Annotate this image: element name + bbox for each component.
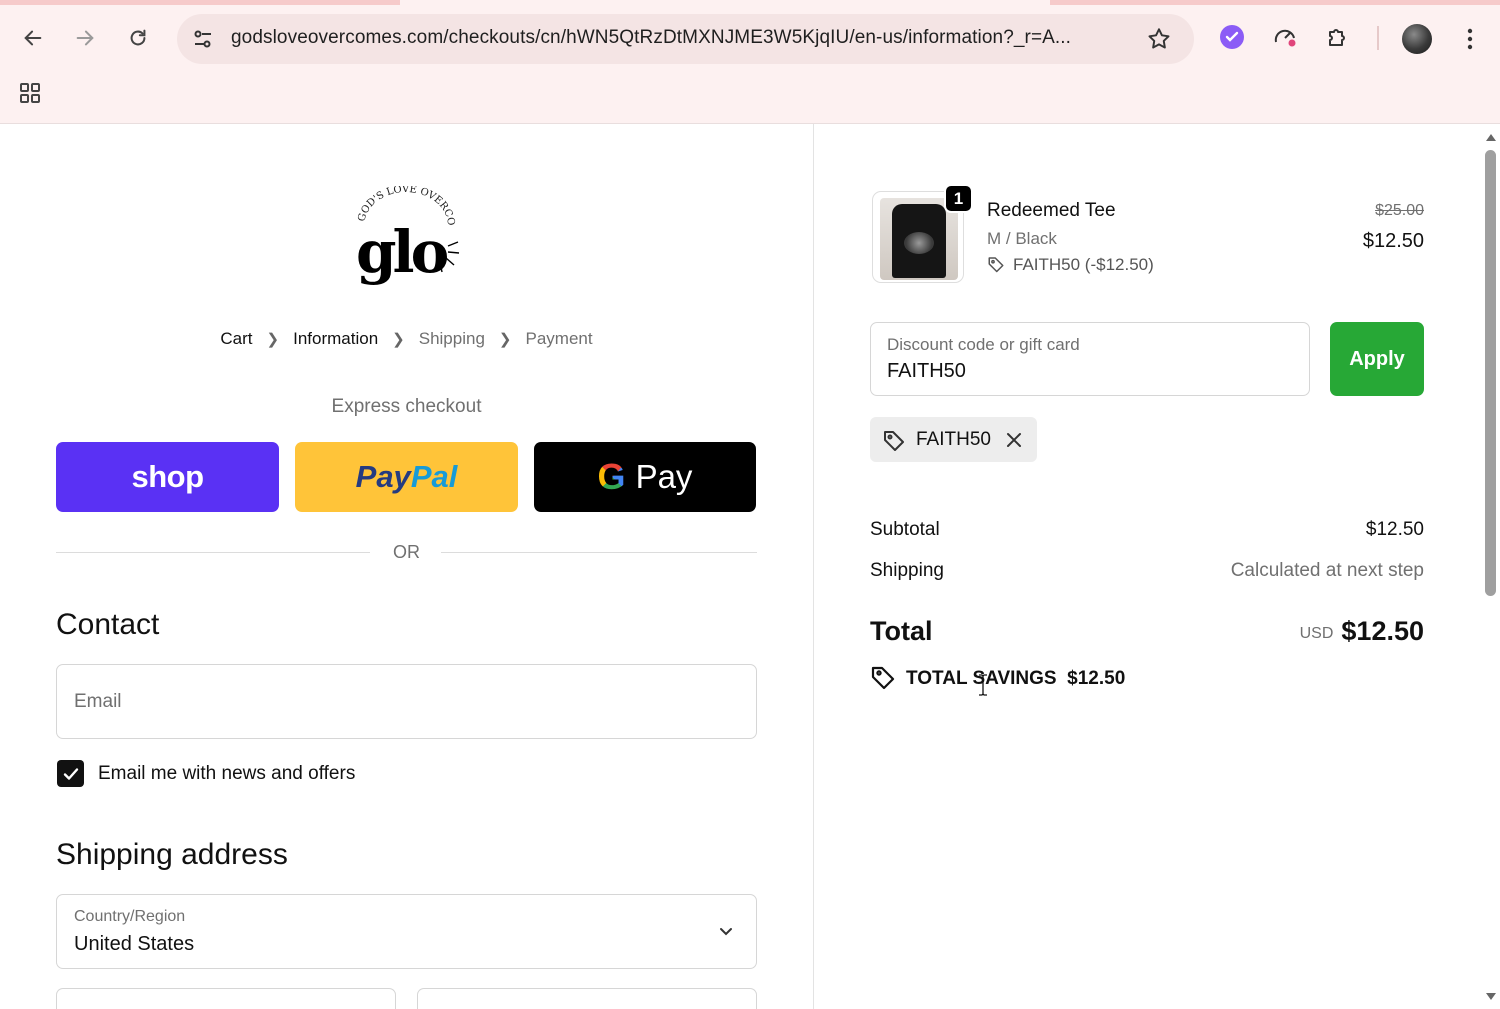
remove-discount-icon[interactable] bbox=[1005, 431, 1023, 449]
breadcrumb-shipping: Shipping bbox=[418, 328, 485, 348]
bookmark-star-icon[interactable] bbox=[1146, 26, 1172, 52]
google-pay-button[interactable]: G Pay bbox=[534, 442, 756, 512]
total-label: Total bbox=[870, 616, 933, 646]
paypal-label-part2: Pal bbox=[410, 459, 458, 494]
toolbar-separator bbox=[1377, 26, 1379, 50]
checkmark-icon bbox=[63, 767, 78, 780]
breadcrumb-payment: Payment bbox=[525, 328, 593, 348]
paypal-label-part1: Pay bbox=[355, 459, 411, 494]
country-value: United States bbox=[74, 933, 195, 955]
country-label: Country/Region bbox=[74, 908, 186, 925]
applied-discount-code: FAITH50 bbox=[916, 428, 991, 450]
product-discount: FAITH50 (-$12.50) bbox=[987, 255, 1154, 275]
site-settings-icon[interactable] bbox=[191, 27, 215, 51]
store-logo[interactable]: GOD'S LOVE OVERCOMES glo bbox=[350, 186, 462, 286]
newsletter-label: Email me with news and offers bbox=[98, 763, 356, 784]
shop-pay-label: shop bbox=[131, 459, 204, 494]
email-placeholder: Email bbox=[74, 691, 122, 712]
apps-icon[interactable] bbox=[18, 81, 42, 105]
last-name-field[interactable] bbox=[417, 988, 757, 1009]
chevron-right-icon: ❯ bbox=[392, 330, 405, 348]
discount-code-input[interactable]: Discount code or gift card FAITH50 bbox=[870, 322, 1310, 396]
shop-pay-button[interactable]: shop bbox=[56, 442, 279, 512]
total-value: $12.50 bbox=[1341, 616, 1424, 646]
shipping-value: Calculated at next step bbox=[1230, 560, 1424, 581]
checkout-main: GOD'S LOVE OVERCOMES glo Cart ❯ Informatio… bbox=[0, 124, 813, 1009]
scrollbar-thumb[interactable] bbox=[1485, 150, 1496, 596]
profile-avatar[interactable] bbox=[1402, 24, 1432, 54]
tag-icon bbox=[884, 430, 904, 451]
express-checkout-title: Express checkout bbox=[331, 396, 482, 417]
applied-discount-chip: FAITH50 bbox=[870, 417, 1037, 462]
tab-strip bbox=[0, 0, 1500, 5]
subtotal-label: Subtotal bbox=[870, 519, 940, 540]
product-name: Redeemed Tee bbox=[987, 200, 1116, 221]
total-row: Total USD $12.50 bbox=[870, 616, 1424, 647]
original-price: $25.00 bbox=[1375, 202, 1424, 219]
scroll-down-icon[interactable] bbox=[1485, 992, 1497, 1002]
google-pay-label: Pay bbox=[635, 458, 693, 495]
or-separator: OR bbox=[393, 542, 420, 562]
shipping-address-heading: Shipping address bbox=[56, 838, 288, 871]
subtotal-row: Subtotal $12.50 bbox=[870, 519, 1424, 541]
product-discount-text: FAITH50 (-$12.50) bbox=[1013, 255, 1154, 274]
tag-icon bbox=[988, 257, 1004, 273]
gauge-extension-icon[interactable] bbox=[1270, 22, 1300, 52]
google-g-icon: G bbox=[597, 456, 626, 497]
savings-value: $12.50 bbox=[1067, 668, 1126, 689]
country-select[interactable]: Country/Region United States bbox=[56, 894, 757, 969]
discount-code-value: FAITH50 bbox=[887, 360, 966, 382]
discount-code-label: Discount code or gift card bbox=[887, 335, 1080, 354]
address-bar[interactable]: godsloveovercomes.com/checkouts/cn/hWN5Q… bbox=[177, 14, 1194, 64]
text-cursor-icon bbox=[979, 674, 987, 696]
browser-toolbar: godsloveovercomes.com/checkouts/cn/hWN5Q… bbox=[0, 0, 1500, 124]
reload-icon[interactable] bbox=[120, 20, 156, 56]
discounted-price: $12.50 bbox=[1362, 230, 1424, 252]
total-currency: USD bbox=[1299, 625, 1334, 642]
chevron-right-icon: ❯ bbox=[266, 330, 280, 348]
paypal-button[interactable]: Pay Pal bbox=[295, 442, 518, 512]
product-variant: M / Black bbox=[987, 229, 1057, 248]
email-field[interactable]: Email bbox=[56, 664, 757, 739]
chevron-right-icon: ❯ bbox=[498, 330, 512, 348]
breadcrumb-information: Information bbox=[293, 328, 379, 348]
scrollbar[interactable] bbox=[1482, 124, 1500, 1009]
url-text[interactable]: godsloveovercomes.com/checkouts/cn/hWN5Q… bbox=[231, 27, 1121, 49]
quantity-badge: 1 bbox=[944, 184, 973, 213]
apply-button[interactable]: Apply bbox=[1330, 322, 1424, 396]
contact-heading: Contact bbox=[56, 608, 160, 641]
shipping-label: Shipping bbox=[870, 560, 944, 581]
savings-tag-icon bbox=[871, 666, 895, 690]
chevron-down-icon bbox=[720, 928, 732, 936]
back-icon[interactable] bbox=[15, 20, 51, 56]
scroll-up-icon[interactable] bbox=[1485, 132, 1497, 142]
breadcrumb-cart[interactable]: Cart bbox=[220, 329, 252, 349]
newsletter-checkbox[interactable] bbox=[57, 760, 84, 787]
puzzle-icon[interactable] bbox=[1323, 22, 1353, 52]
extension-icon[interactable] bbox=[1217, 22, 1247, 52]
shipping-row: Shipping Calculated at next step bbox=[870, 560, 1424, 582]
breadcrumb: Cart ❯ Information ❯ Shipping ❯ Payment bbox=[0, 328, 813, 349]
total-savings: TOTAL SAVINGS $12.50 bbox=[870, 664, 1125, 690]
more-icon[interactable] bbox=[1458, 24, 1482, 54]
svg-text:glo: glo bbox=[356, 218, 448, 286]
forward-icon[interactable] bbox=[67, 20, 103, 56]
order-summary: 1 Redeemed Tee M / Black FAITH50 (-$12.5… bbox=[814, 124, 1500, 1009]
subtotal-value: $12.50 bbox=[1365, 519, 1424, 540]
first-name-field[interactable] bbox=[56, 988, 396, 1009]
